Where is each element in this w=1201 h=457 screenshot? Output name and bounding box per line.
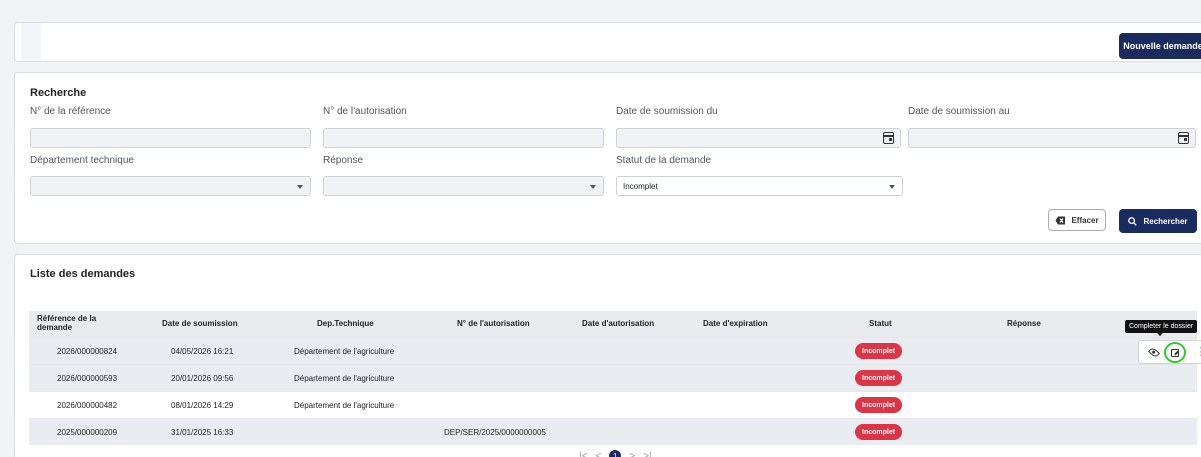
cell-date: 08/01/2026 14:29 (171, 401, 234, 410)
chevron-down-icon (590, 185, 596, 189)
eye-icon[interactable] (1147, 346, 1161, 359)
ref-label: N° de la référence (30, 106, 111, 117)
chevron-down-icon (297, 185, 303, 189)
table-row[interactable]: 2026/000000593 20/01/2026 09:56 Départem… (29, 364, 1197, 391)
pagination: |< < 1 > >| (579, 450, 652, 457)
requests-list-panel: Liste des demandes Référence de la deman… (14, 254, 1201, 457)
cell-date: 20/01/2026 09:56 (171, 374, 234, 383)
cell-auth: DEP/SER/2025/0000000005 (444, 428, 546, 437)
tooltip: Completer le dossier (1125, 320, 1198, 336)
next-page-icon[interactable]: > (629, 451, 635, 457)
cell-dept: Département de l'agriculture (294, 347, 395, 356)
top-bar: Nouvelle demande (14, 22, 1201, 62)
col-response: Réponse (1007, 319, 1041, 328)
search-button[interactable]: Rechercher (1119, 209, 1197, 233)
cell-date: 31/01/2025 16:33 (171, 428, 234, 437)
status-badge: Incomplet (855, 370, 903, 386)
clear-button[interactable]: Effacer (1048, 209, 1106, 231)
cell-dept: Département de l'agriculture (294, 401, 395, 410)
date-to-label: Date de soumission au (908, 106, 1010, 117)
search-panel: Recherche N° de la référence N° de l'aut… (14, 72, 1201, 244)
col-submission-date: Date de soumission (162, 319, 238, 328)
edit-button[interactable] (1164, 342, 1186, 363)
list-title: Liste des demandes (30, 268, 136, 280)
status-badge: Incomplet (855, 424, 903, 440)
edit-icon (1171, 348, 1179, 357)
current-page[interactable]: 1 (609, 450, 622, 457)
col-auth-date: Date d'autorisation (582, 319, 655, 328)
status-badge: Incomplet (855, 397, 903, 413)
date-from-input[interactable] (616, 128, 901, 148)
col-reference: Référence de la demande (37, 314, 97, 332)
cell-reference: 2026/000000482 (57, 401, 118, 410)
col-expiration-date: Date d'expiration (703, 319, 768, 328)
auth-input[interactable] (323, 128, 604, 148)
col-dept: Dep.Technique (317, 319, 374, 328)
table-row[interactable]: 2026/000000482 08/01/2026 14:29 Départem… (29, 391, 1197, 418)
chevron-down-icon (889, 185, 895, 189)
close-icon (1055, 216, 1066, 224)
first-page-icon[interactable]: |< (579, 451, 587, 457)
prev-page-icon[interactable]: < (595, 451, 601, 457)
table-row[interactable]: 2025/000000209 31/01/2025 16:33 DEP/SER/… (29, 418, 1197, 445)
date-to-input[interactable] (908, 128, 1196, 148)
cell-reference: 2026/000000593 (57, 374, 118, 383)
cell-reference: 2026/000000824 (57, 347, 118, 356)
auth-label: N° de l'autorisation (323, 106, 407, 117)
col-auth-number: N° de l'autorisation (457, 319, 530, 328)
table-row[interactable]: 2026/000000824 04/05/2026 16:21 Départem… (29, 337, 1201, 364)
last-page-icon[interactable]: >| (643, 451, 651, 457)
status-badge: Incomplet (855, 343, 903, 359)
response-label: Réponse (323, 155, 364, 166)
table-header: Référence de la demande Date de soumissi… (29, 311, 1197, 337)
status-select-value: Incomplet (623, 181, 658, 191)
more-vertical-icon[interactable]: ⋮ (1196, 347, 1201, 358)
top-bar-strip (21, 23, 41, 61)
new-request-button[interactable]: Nouvelle demande (1119, 33, 1201, 59)
calendar-icon[interactable] (883, 132, 894, 144)
response-select[interactable] (323, 176, 604, 196)
col-status: Statut (869, 319, 892, 328)
search-button-label: Rechercher (1143, 216, 1188, 226)
dept-label: Département technique (30, 155, 134, 166)
status-select[interactable]: Incomplet (616, 176, 903, 196)
row-actions: ⋮ (1138, 340, 1201, 364)
calendar-icon[interactable] (1178, 132, 1189, 144)
dept-select[interactable] (30, 176, 311, 196)
search-title: Recherche (30, 87, 87, 99)
date-from-label: Date de soumission du (616, 106, 718, 117)
cell-dept: Département de l'agriculture (294, 374, 395, 383)
cell-date: 04/05/2026 16:21 (171, 347, 234, 356)
search-icon (1128, 216, 1138, 226)
status-label: Statut de la demande (616, 155, 712, 166)
ref-input[interactable] (30, 128, 311, 148)
cell-reference: 2025/000000209 (57, 428, 118, 437)
clear-button-label: Effacer (1071, 215, 1099, 225)
